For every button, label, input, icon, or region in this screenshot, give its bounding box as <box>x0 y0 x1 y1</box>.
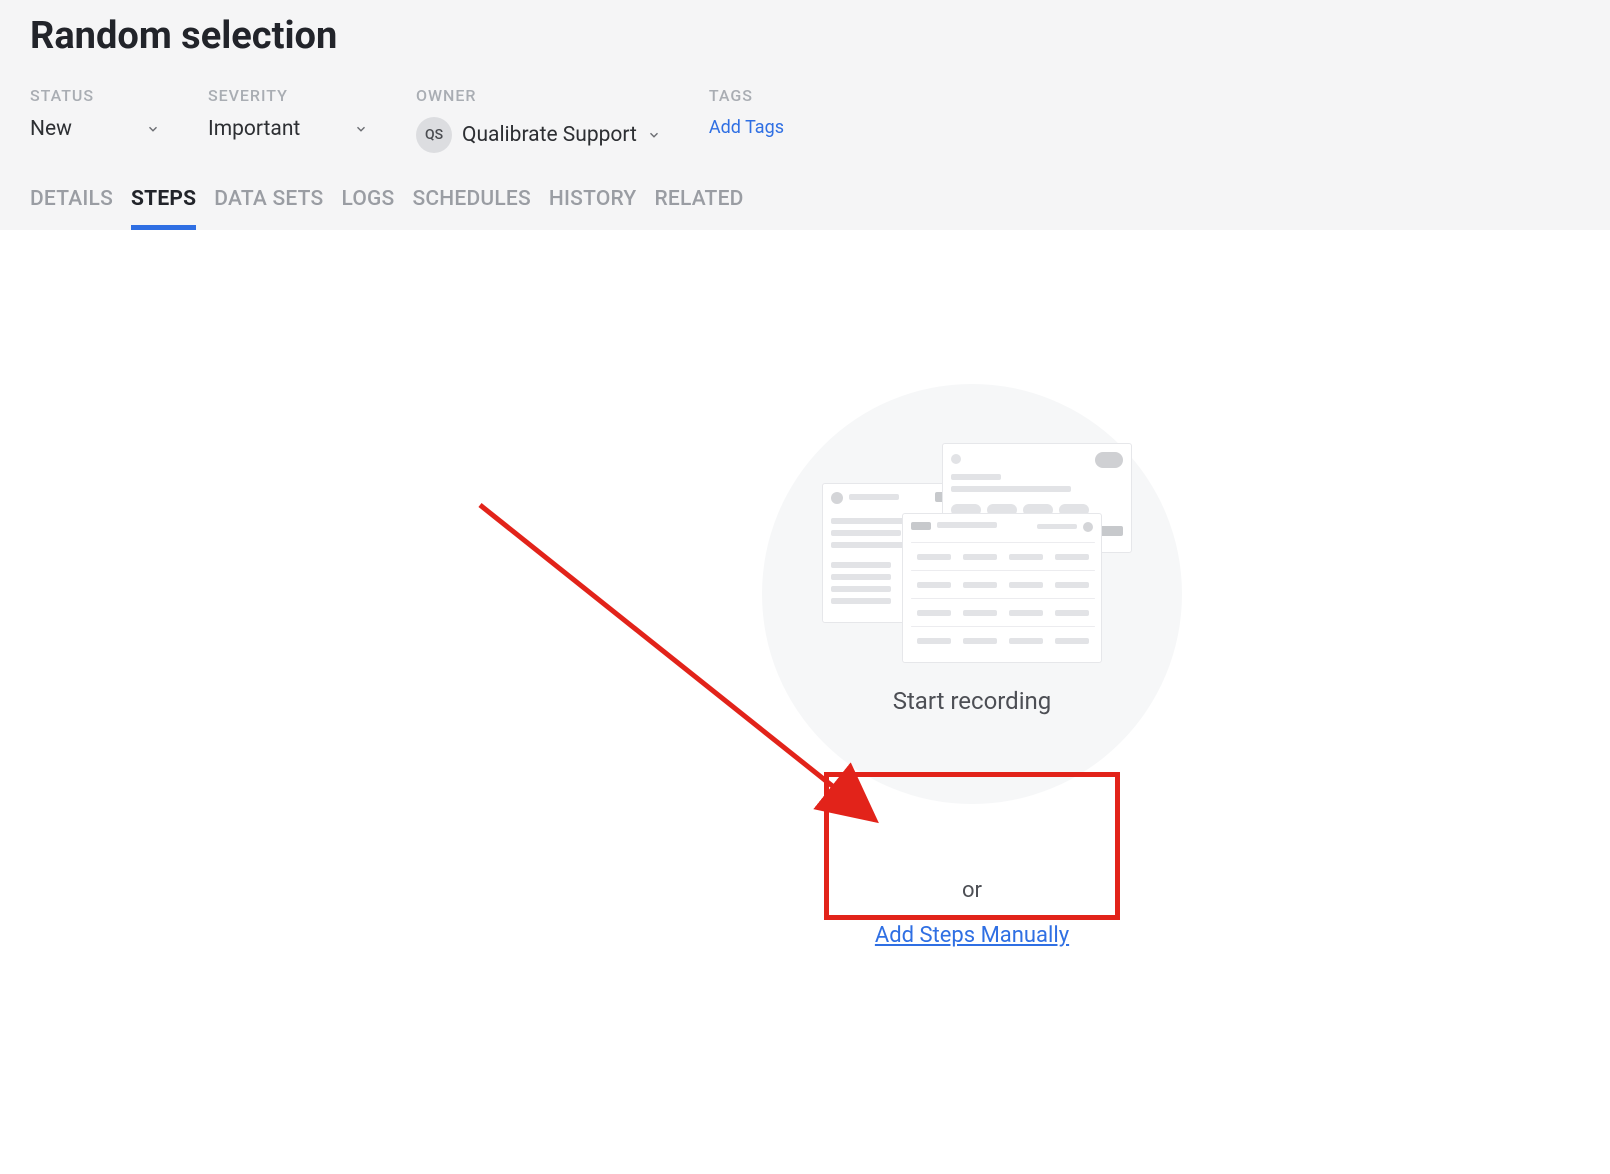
tab-schedules[interactable]: SCHEDULES <box>412 181 530 230</box>
chevron-down-icon <box>647 128 661 142</box>
tab-history[interactable]: HISTORY <box>549 181 637 230</box>
empty-state: Start recording or Add Steps Manually <box>762 384 1182 966</box>
add-tags-link[interactable]: Add Tags <box>709 117 784 138</box>
tab-details[interactable]: DETAILS <box>30 181 113 230</box>
severity-field: SEVERITY Important <box>208 86 368 141</box>
tags-field: TAGS Add Tags <box>709 86 784 138</box>
status-label: STATUS <box>30 86 160 105</box>
page-title: Random selection <box>30 14 1580 58</box>
start-recording-label: Start recording <box>893 687 1052 715</box>
owner-label: OWNER <box>416 86 661 105</box>
windows-illustration <box>822 443 1122 663</box>
avatar: QS <box>416 117 452 153</box>
owner-field: OWNER QS Qualibrate Support <box>416 86 661 153</box>
start-recording-button[interactable]: Start recording <box>762 384 1182 804</box>
or-block: or Add Steps Manually <box>835 860 1109 966</box>
tab-related[interactable]: RELATED <box>654 181 743 230</box>
content-area: Start recording or Add Steps Manually <box>0 230 1610 1142</box>
header: Random selection STATUS New SEVERITY Imp… <box>0 0 1610 230</box>
meta-row: STATUS New SEVERITY Important OWNER QS Q… <box>30 86 1580 153</box>
tabs: DETAILS STEPS DATA SETS LOGS SCHEDULES H… <box>30 181 1580 230</box>
severity-dropdown[interactable]: Important <box>208 117 368 141</box>
status-dropdown[interactable]: New <box>30 117 160 141</box>
add-steps-manually-link[interactable]: Add Steps Manually <box>875 923 1069 948</box>
owner-dropdown[interactable]: QS Qualibrate Support <box>416 117 661 153</box>
chevron-down-icon <box>354 122 368 136</box>
tab-logs[interactable]: LOGS <box>341 181 394 230</box>
severity-value: Important <box>208 117 300 141</box>
status-value: New <box>30 117 72 141</box>
tags-row: Add Tags <box>709 117 784 138</box>
tags-label: TAGS <box>709 86 784 105</box>
tab-steps[interactable]: STEPS <box>131 181 196 230</box>
or-text: or <box>962 878 982 903</box>
status-field: STATUS New <box>30 86 160 141</box>
owner-value: Qualibrate Support <box>462 123 637 147</box>
severity-label: SEVERITY <box>208 86 368 105</box>
chevron-down-icon <box>146 122 160 136</box>
tab-datasets[interactable]: DATA SETS <box>214 181 323 230</box>
